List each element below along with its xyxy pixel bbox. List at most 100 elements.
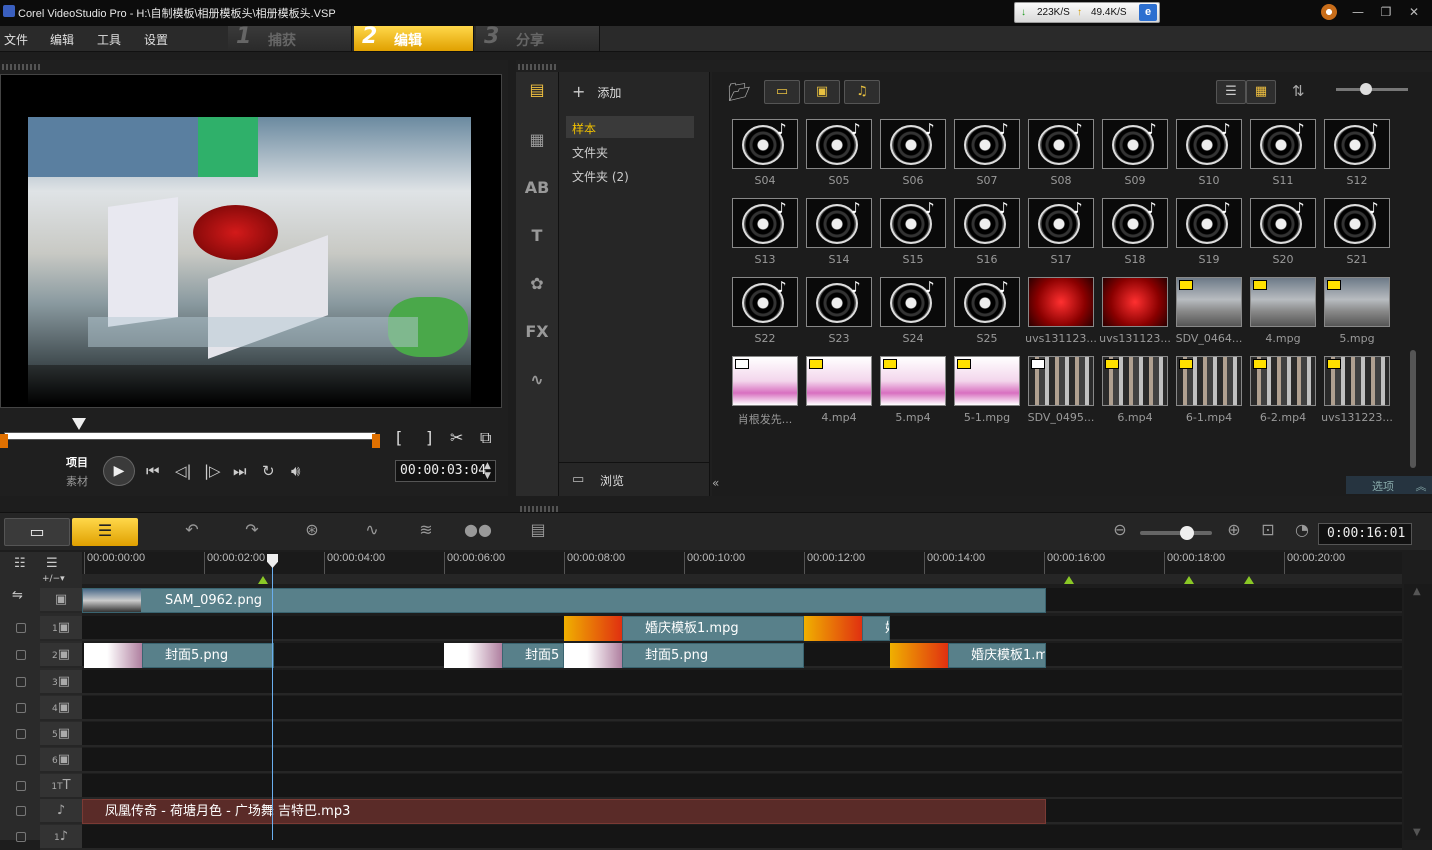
minimize-button[interactable]: — xyxy=(1348,4,1368,20)
mark-out-button[interactable]: ] xyxy=(426,428,432,447)
library-item[interactable]: 4.mpg xyxy=(1250,277,1316,355)
options-button[interactable]: 选项 ︽ xyxy=(1346,476,1432,494)
network-monitor[interactable]: ↓ 223K/S ↑ 49.4K/S e xyxy=(1014,2,1160,23)
instant-project-icon[interactable]: ▦ xyxy=(524,130,550,152)
zoom-in-icon[interactable]: ⊕ xyxy=(1220,520,1248,544)
next-frame-icon[interactable]: |▷ xyxy=(204,462,221,480)
volume-icon[interactable]: 🔊︎ xyxy=(291,462,300,480)
overlay-clip[interactable]: 婚 xyxy=(862,616,890,641)
timeline-track[interactable] xyxy=(82,748,1402,773)
track-header[interactable]: 1TT xyxy=(40,774,82,799)
split-scissors-icon[interactable]: ✂ xyxy=(450,428,463,447)
library-item[interactable]: 5.mp4 xyxy=(880,356,946,434)
library-item[interactable]: ♪ S12 xyxy=(1324,119,1390,197)
library-item[interactable]: ♪ S08 xyxy=(1028,119,1094,197)
menu-file[interactable]: 文件 xyxy=(4,31,28,48)
timeline-track[interactable] xyxy=(82,825,1402,850)
browse-button[interactable]: ▭ 浏览 xyxy=(558,462,710,496)
library-item[interactable]: 肖根发先... xyxy=(732,356,798,434)
library-item[interactable]: ♪ S25 xyxy=(954,277,1020,355)
timeline-track[interactable] xyxy=(82,774,1402,799)
graphic-icon[interactable]: ✿ xyxy=(524,274,550,296)
thumb-size-slider[interactable] xyxy=(1336,88,1408,91)
track-lock-icon[interactable] xyxy=(16,703,26,713)
filter-fx-icon[interactable]: FX xyxy=(524,322,550,344)
library-item[interactable]: 4.mp4 xyxy=(806,356,872,434)
track-header[interactable]: 5▣ xyxy=(40,722,82,747)
overlay-clip[interactable]: 封面5.png xyxy=(142,643,274,668)
track-lock-icon[interactable] xyxy=(16,729,26,739)
timeline-vertical-scrollbar[interactable]: ▲ ▼ xyxy=(1404,584,1432,840)
folder-1[interactable]: 文件夹 xyxy=(566,140,694,162)
go-to-start-icon[interactable]: ⏮ xyxy=(146,462,160,480)
library-scrollbar[interactable] xyxy=(1410,350,1416,468)
library-item[interactable]: ♪ S14 xyxy=(806,198,872,276)
library-item[interactable]: ♪ S15 xyxy=(880,198,946,276)
library-item[interactable]: ♪ S20 xyxy=(1250,198,1316,276)
timeline-track[interactable] xyxy=(82,722,1402,747)
library-item[interactable]: ♪ S19 xyxy=(1176,198,1242,276)
trim-in-handle[interactable] xyxy=(0,434,8,448)
track-lock-icon[interactable] xyxy=(16,623,26,633)
motion-track-icon[interactable]: ●● xyxy=(464,520,492,544)
track-header[interactable]: 1▣ xyxy=(40,616,82,641)
menu-tools[interactable]: 工具 xyxy=(97,31,121,48)
timeline-zoom-slider[interactable] xyxy=(1140,531,1212,535)
chapter-bar[interactable] xyxy=(82,574,1402,584)
add-remove-chapter-icon[interactable]: +/−▾ xyxy=(42,574,65,584)
track-header[interactable]: 2▣ xyxy=(40,643,82,668)
menu-edit[interactable]: 编辑 xyxy=(50,31,74,48)
track-header[interactable]: 1♪ xyxy=(40,825,82,850)
tab-edit[interactable]: 2 编辑 xyxy=(354,24,474,51)
library-item[interactable]: ♪ S21 xyxy=(1324,198,1390,276)
library-item[interactable]: SDV_0464... xyxy=(1176,277,1242,355)
track-header[interactable]: ♪ xyxy=(40,799,82,824)
track-header[interactable]: ▣ xyxy=(40,588,82,613)
library-item[interactable]: uvs131223... xyxy=(1321,356,1393,434)
timeline-track[interactable] xyxy=(82,696,1402,721)
redo-icon[interactable]: ↷ xyxy=(238,520,266,544)
show-photos-icon[interactable]: ▣ xyxy=(804,80,840,104)
library-item[interactable]: ♪ S16 xyxy=(954,198,1020,276)
thumbnail-view-icon[interactable]: ▦ xyxy=(1246,80,1276,104)
library-item[interactable]: ♪ S17 xyxy=(1028,198,1094,276)
thumb-size-knob[interactable] xyxy=(1360,83,1372,95)
previous-frame-icon[interactable]: ◁| xyxy=(175,462,192,480)
tab-capture[interactable]: 1 捕获 xyxy=(228,24,352,51)
import-folder-icon[interactable]: 📂︎ xyxy=(728,82,751,103)
repeat-icon[interactable]: ↻ xyxy=(262,462,275,480)
auto-music-icon[interactable]: ≋ xyxy=(412,520,440,544)
panel-grip[interactable] xyxy=(2,64,42,70)
list-view-icon[interactable]: ☰ xyxy=(1216,80,1246,104)
library-item[interactable]: ♪ S13 xyxy=(732,198,798,276)
mode-project[interactable]: 项目 xyxy=(66,454,88,470)
sound-mixer-icon[interactable]: ∿ xyxy=(358,520,386,544)
timecode-stepper[interactable]: ▲ ▼ xyxy=(484,461,491,481)
track-header[interactable]: 3▣ xyxy=(40,670,82,695)
duration-clock-icon[interactable]: ◔ xyxy=(1288,520,1316,544)
trim-bar[interactable] xyxy=(4,432,376,440)
folder-samples[interactable]: 样本 xyxy=(566,116,694,138)
undo-icon[interactable]: ↶ xyxy=(178,520,206,544)
library-item[interactable]: ♪ S11 xyxy=(1250,119,1316,197)
library-item[interactable]: 5.mpg xyxy=(1324,277,1390,355)
collapse-panel-icon[interactable]: « xyxy=(712,476,730,494)
show-audio-icon[interactable]: ♫ xyxy=(844,80,880,104)
library-item[interactable]: ♪ S04 xyxy=(732,119,798,197)
record-capture-icon[interactable]: ⊛ xyxy=(298,520,326,544)
trim-out-handle[interactable] xyxy=(372,434,380,448)
track-lock-icon[interactable] xyxy=(16,650,26,660)
go-to-end-icon[interactable]: ⏭ xyxy=(233,462,247,480)
library-item[interactable]: ♪ S10 xyxy=(1176,119,1242,197)
path-icon[interactable]: ∿ xyxy=(524,370,550,392)
library-item[interactable]: uvs131123... xyxy=(1025,277,1097,355)
play-button[interactable]: ▶ xyxy=(103,456,135,486)
library-item[interactable]: 6.mp4 xyxy=(1102,356,1168,434)
track-header[interactable]: 4▣ xyxy=(40,696,82,721)
overlay-clip[interactable]: 封面5 xyxy=(502,643,564,668)
overlay-clip[interactable]: 婚庆模板1.mpg xyxy=(622,616,804,641)
library-item[interactable]: ♪ S23 xyxy=(806,277,872,355)
overlay-clip[interactable]: 婚庆模板1.mpg xyxy=(948,643,1046,668)
library-item[interactable]: 6-1.mp4 xyxy=(1176,356,1242,434)
track-list-icon[interactable]: ☰ xyxy=(46,556,58,571)
